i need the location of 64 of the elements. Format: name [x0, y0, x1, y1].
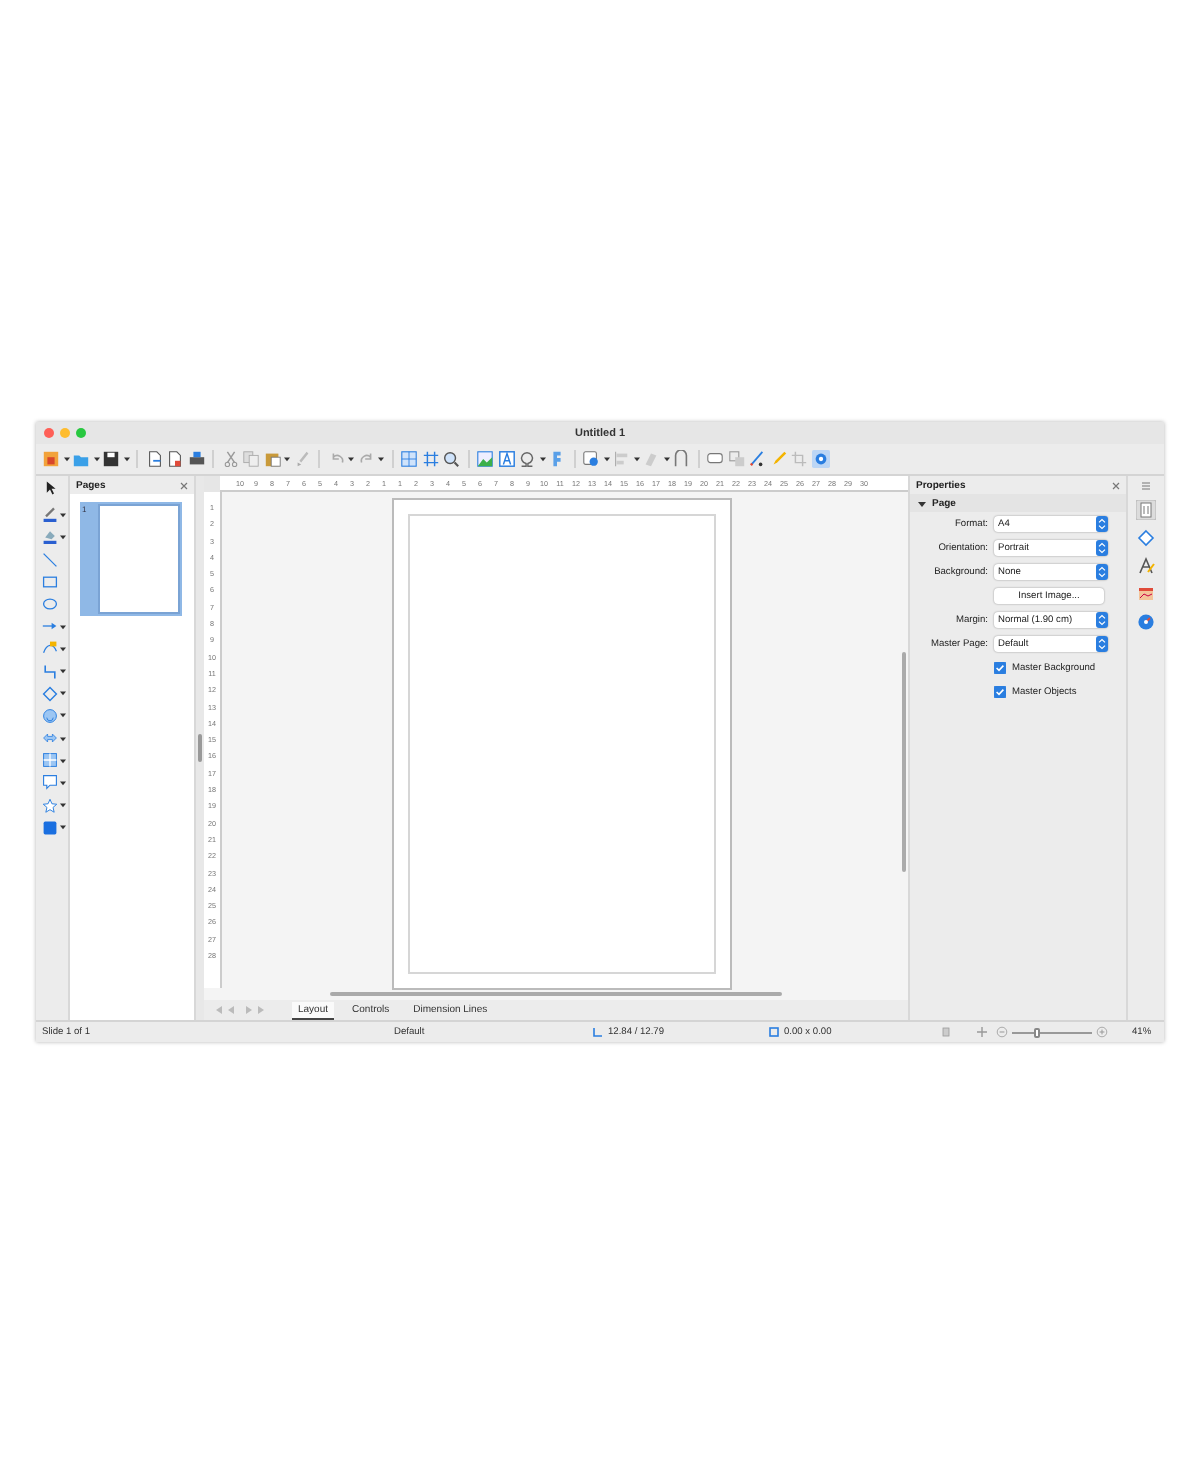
pointer-icon[interactable] [42, 480, 58, 496]
caret-icon[interactable] [633, 456, 639, 462]
printer-icon[interactable] [187, 450, 205, 468]
checkbox[interactable] [994, 686, 1006, 698]
size-icon [768, 1026, 780, 1038]
caret-icon[interactable] [663, 456, 669, 462]
zoom-slider-thumb[interactable] [1033, 1027, 1039, 1037]
caret-icon[interactable] [284, 456, 290, 462]
text-box-icon[interactable] [497, 450, 515, 468]
close-icon[interactable] [1112, 481, 1120, 489]
omega-icon[interactable] [518, 450, 536, 468]
caret-icon[interactable] [93, 456, 99, 462]
caret-icon[interactable] [60, 511, 66, 518]
caret-icon[interactable] [60, 668, 66, 674]
save-icon[interactable] [102, 450, 120, 468]
caret-icon[interactable] [539, 456, 545, 462]
document-icon[interactable] [145, 450, 163, 468]
caret-icon[interactable] [60, 623, 66, 630]
scrollbar-thumb[interactable] [330, 991, 782, 997]
rectangle-icon[interactable] [42, 573, 58, 590]
caret-icon[interactable] [123, 456, 129, 462]
caret-icon[interactable] [348, 456, 354, 462]
fill-color-icon[interactable] [42, 528, 58, 545]
caret-icon[interactable] [60, 645, 66, 652]
checkbox[interactable] [994, 662, 1006, 674]
stepper-icon [1096, 516, 1108, 532]
clipboard-icon[interactable] [263, 450, 281, 468]
pen-icon[interactable] [748, 450, 766, 468]
shapes-tab-icon[interactable] [1136, 528, 1156, 548]
properties-tab-icon[interactable] [1136, 500, 1156, 520]
document-icon[interactable] [166, 450, 184, 468]
ellipse-icon[interactable] [42, 595, 58, 612]
crosshair-icon[interactable] [421, 450, 439, 468]
expander-icon[interactable] [918, 499, 926, 507]
zoom-slider[interactable] [1012, 1027, 1092, 1037]
line-icon[interactable] [42, 551, 58, 568]
position-icon [592, 1026, 604, 1038]
line-color-icon[interactable] [42, 506, 58, 523]
stepper-icon [1096, 636, 1108, 652]
caret-icon[interactable] [63, 456, 69, 462]
callout-icon[interactable] [42, 774, 58, 791]
close-button[interactable] [44, 428, 54, 438]
scrollbar-thumb[interactable] [901, 652, 905, 872]
caret-icon[interactable] [60, 690, 66, 697]
styles-tab-icon[interactable] [1136, 556, 1156, 576]
stepper-icon [1096, 612, 1108, 628]
shape-icon[interactable] [582, 450, 600, 468]
gallery-tab-icon[interactable] [1136, 584, 1156, 604]
slide-preview [98, 504, 180, 614]
stepper-icon [1096, 540, 1108, 556]
caret-icon[interactable] [378, 456, 384, 462]
fit-page-icon[interactable] [976, 1026, 988, 1038]
cube-icon[interactable] [42, 819, 58, 836]
caret-icon[interactable] [60, 533, 66, 540]
grid-icon[interactable] [400, 450, 418, 468]
navigator-tab-icon[interactable] [1136, 612, 1156, 632]
stepper-icon [1096, 564, 1108, 580]
magnifier-icon[interactable] [442, 450, 460, 468]
scissors-icon[interactable] [221, 450, 239, 468]
caret-icon[interactable] [603, 456, 609, 462]
document-icon [940, 1026, 952, 1038]
close-icon[interactable] [180, 481, 188, 489]
star-icon[interactable] [42, 797, 58, 814]
splitter-handle[interactable] [198, 734, 202, 762]
